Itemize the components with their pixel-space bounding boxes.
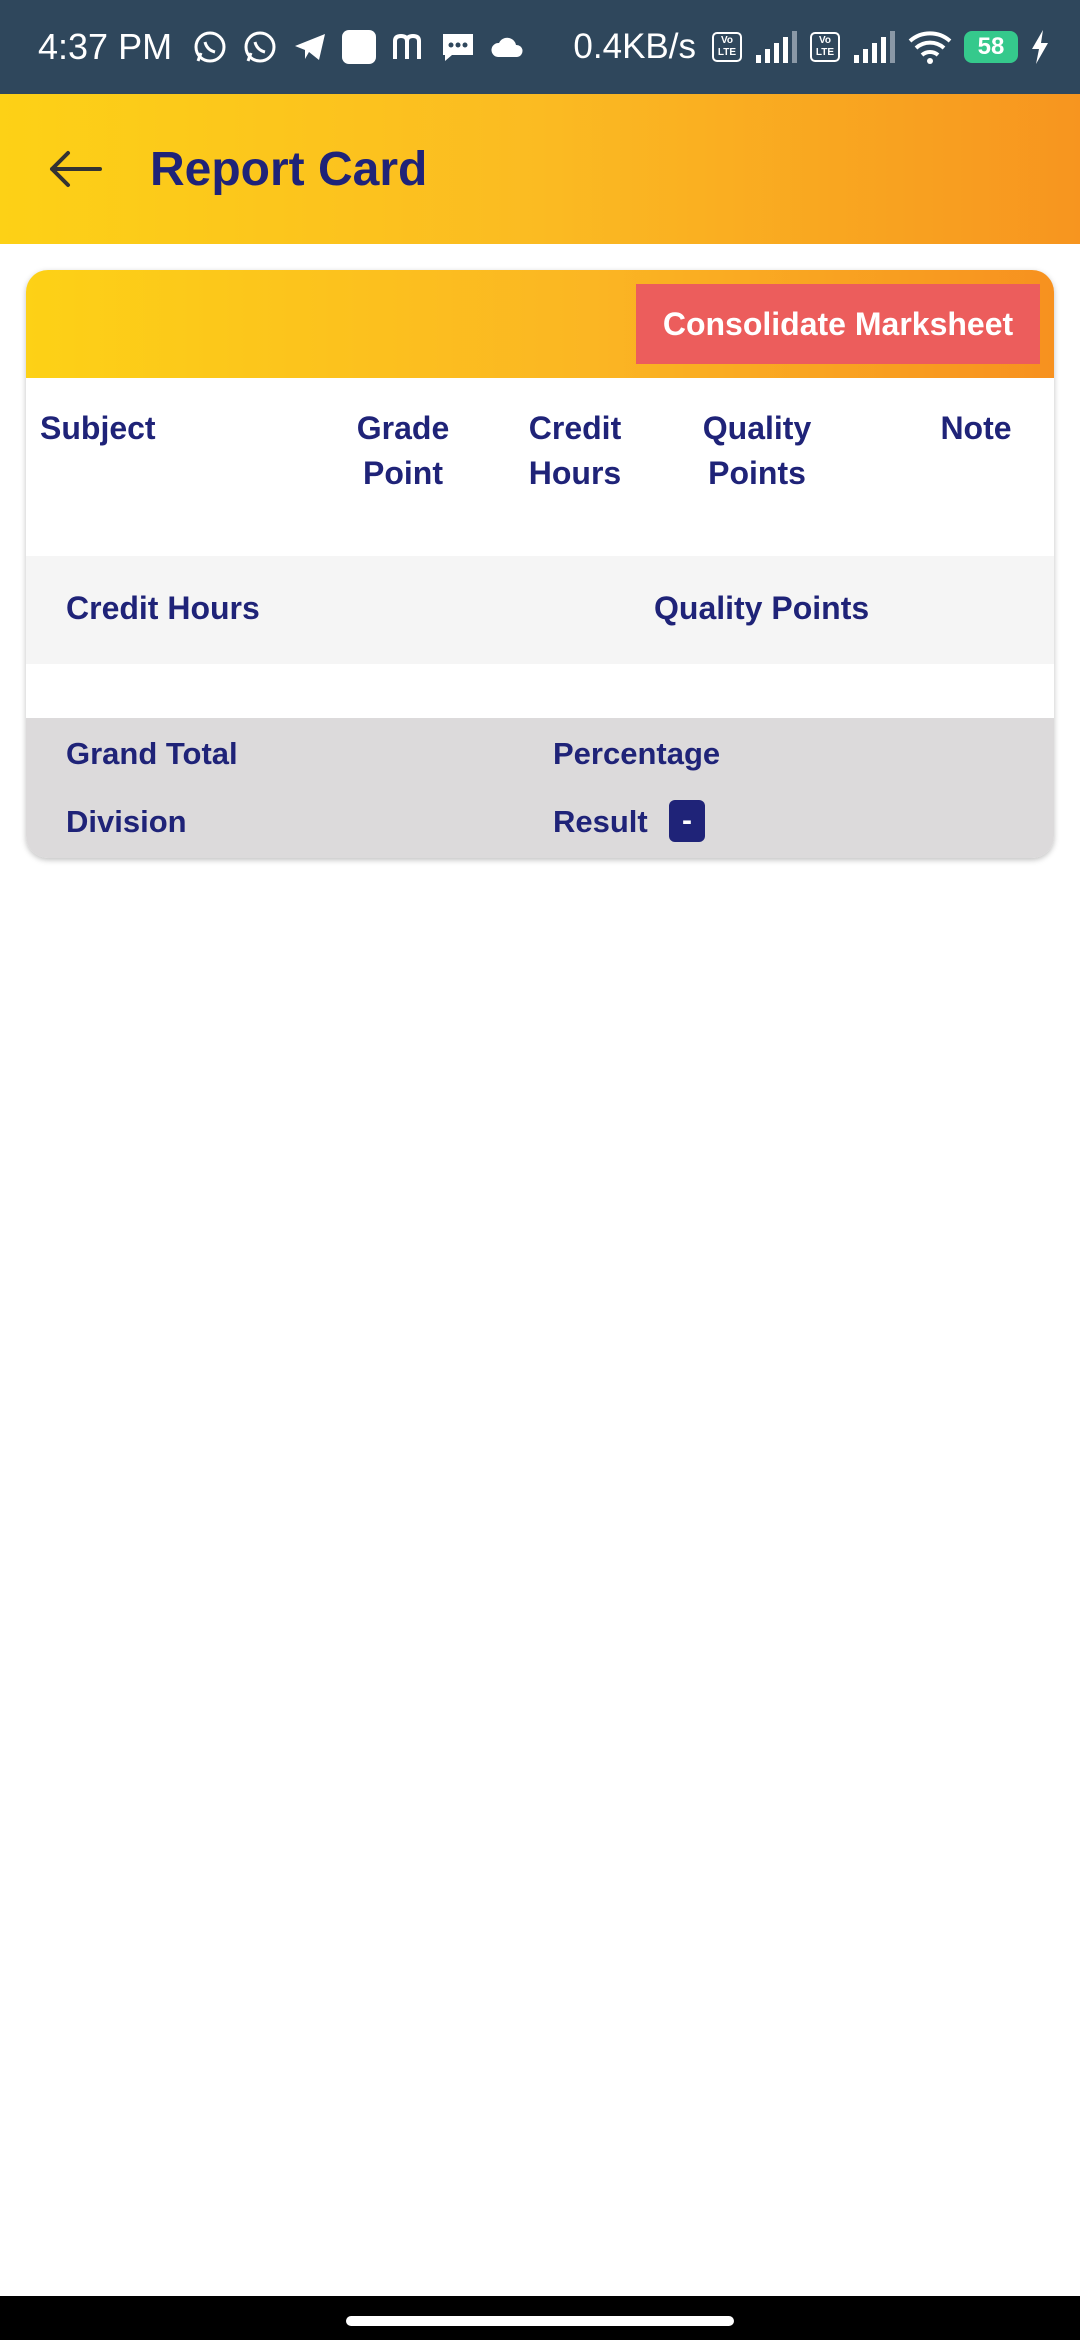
navigation-bar [0, 2296, 1080, 2340]
network-speed: 0.4KB/s [573, 27, 696, 66]
result-label: Result [553, 804, 648, 839]
home-indicator[interactable] [346, 2316, 734, 2326]
charging-icon [1030, 27, 1050, 67]
message-icon [440, 27, 476, 67]
column-note: Note [940, 410, 1012, 446]
signal-icon [852, 27, 896, 67]
column-subject: Subject [40, 410, 156, 446]
card-header: Consolidate Marksheet [26, 270, 1054, 378]
page-title: Report Card [150, 142, 428, 196]
totals-section: Grand Total Percentage Division Result - [26, 718, 1054, 858]
wifi-icon [908, 27, 952, 67]
summary-quality-points: Quality Points [654, 590, 870, 626]
app-bar: Report Card [0, 94, 1080, 244]
division-label: Division [66, 804, 187, 839]
summary-row: Credit Hours Quality Points [26, 556, 1054, 664]
result-badge: - [669, 800, 705, 842]
back-button[interactable] [36, 129, 116, 209]
summary-credit-hours: Credit Hours [66, 590, 260, 626]
column-quality-points: Quality Points [702, 410, 812, 491]
cloud-icon [490, 27, 526, 67]
signal-icon [754, 27, 798, 67]
m-app-icon [390, 27, 426, 67]
arrow-left-icon [50, 151, 102, 187]
status-bar: 4:37 PM 0.4KB/s Vo LTE Vo LTE 58 [0, 0, 1080, 94]
app-square-icon [342, 27, 377, 67]
volte-icon: Vo LTE [712, 32, 742, 62]
table-header: Subject Grade Point Credit Hours Quality… [26, 378, 1054, 524]
battery-icon: 58 [964, 31, 1018, 63]
consolidate-marksheet-button[interactable]: Consolidate Marksheet [636, 284, 1040, 364]
percentage-label: Percentage [553, 736, 721, 771]
column-credit-hours: Credit Hours [528, 410, 622, 491]
whatsapp-icon [242, 27, 278, 67]
grand-total-label: Grand Total [66, 736, 238, 771]
report-card: Consolidate Marksheet Subject Grade Poin… [26, 270, 1054, 858]
volte-icon: Vo LTE [810, 32, 840, 62]
status-time: 4:37 PM [38, 26, 173, 67]
column-grade-point: Grade Point [356, 410, 450, 491]
whatsapp-icon [192, 27, 228, 67]
telegram-icon [292, 27, 328, 67]
